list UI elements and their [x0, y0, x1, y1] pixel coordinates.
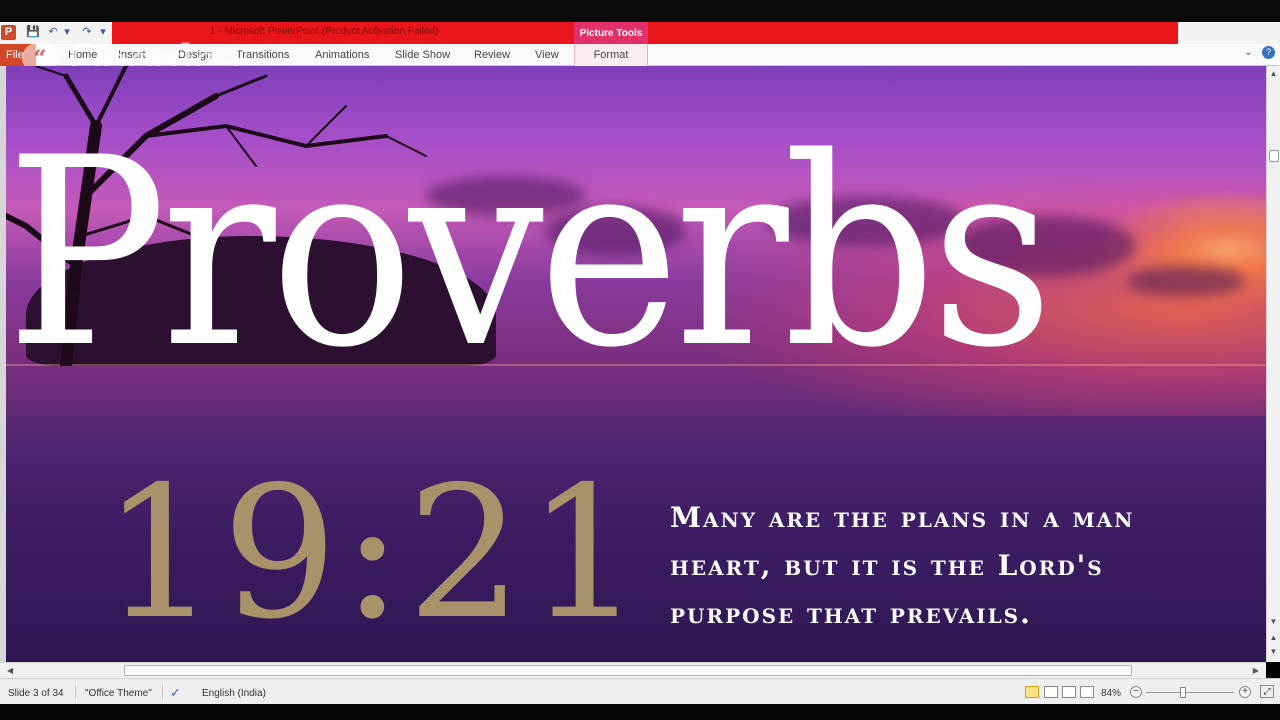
- zoom-out-icon[interactable]: −: [1130, 686, 1142, 698]
- tab-animations[interactable]: Animations: [315, 44, 369, 66]
- horizontal-scroll-thumb[interactable]: [124, 665, 1132, 676]
- screen-bottom-bar: [0, 704, 1280, 720]
- tab-format[interactable]: Format: [574, 44, 648, 66]
- scroll-right-icon[interactable]: ▶: [1250, 664, 1262, 677]
- verse-line: Many are the plans in a man: [670, 501, 1135, 534]
- powerpoint-app-icon[interactable]: P: [1, 25, 16, 40]
- slide-counter: Slide 3 of 34: [8, 688, 64, 699]
- cloud: [1126, 266, 1246, 296]
- reading-view-icon[interactable]: [1062, 686, 1076, 698]
- zoom-slider-track[interactable]: [1146, 692, 1234, 693]
- tab-view[interactable]: View: [535, 44, 559, 66]
- verse-line: purpose that prevails.: [670, 597, 1032, 630]
- theme-name: "Office Theme": [85, 688, 152, 699]
- help-icon[interactable]: ?: [1262, 46, 1275, 59]
- scroll-up-icon[interactable]: ▲: [1267, 68, 1280, 80]
- horizontal-scrollbar[interactable]: ◀ ▶: [0, 662, 1266, 678]
- normal-view-icon[interactable]: [1025, 686, 1039, 698]
- tab-review[interactable]: Review: [474, 44, 510, 66]
- slide-sorter-view-icon[interactable]: [1044, 686, 1058, 698]
- verse-text-box[interactable]: Many are the plans in a man heart, but i…: [670, 494, 1266, 638]
- vertical-scroll-thumb[interactable]: [1269, 150, 1279, 162]
- picture-tools-group-label: Picture Tools: [574, 22, 648, 44]
- slide-heading-proverbs[interactable]: Proverbs: [6, 124, 1054, 384]
- spelling-check-icon[interactable]: ✓: [170, 685, 181, 701]
- next-slide-icon[interactable]: ▼: [1267, 646, 1280, 658]
- scroll-down-icon[interactable]: ▼: [1267, 616, 1280, 628]
- zoom-slider-knob[interactable]: [1180, 687, 1186, 698]
- status-bar: Slide 3 of 34 "Office Theme" ✓ English (…: [0, 678, 1280, 704]
- zoom-level[interactable]: 84%: [1101, 688, 1121, 699]
- vertical-scrollbar[interactable]: ▲ ▼ ▲ ▼: [1266, 66, 1280, 662]
- tab-slide-show[interactable]: Slide Show: [395, 44, 450, 66]
- language-indicator[interactable]: English (India): [202, 688, 266, 699]
- verse-line: heart, but it is the Lord's: [670, 549, 1104, 582]
- slide-show-view-icon[interactable]: [1080, 686, 1094, 698]
- minimize-ribbon-icon[interactable]: ⌄: [1244, 47, 1252, 58]
- slide-editing-area[interactable]: Proverbs 19:21 Many are the plans in a m…: [0, 66, 1266, 662]
- divider: [75, 685, 76, 699]
- divider: [162, 685, 163, 699]
- screen-top-bar: [0, 0, 1280, 22]
- save-icon[interactable]: 💾: [26, 25, 40, 39]
- scroll-left-icon[interactable]: ◀: [4, 664, 16, 677]
- zoom-in-icon[interactable]: +: [1239, 686, 1251, 698]
- slide-canvas[interactable]: Proverbs 19:21 Many are the plans in a m…: [6, 66, 1266, 662]
- fit-slide-to-window-icon[interactable]: ⤢: [1260, 685, 1274, 698]
- previous-slide-icon[interactable]: ▲: [1267, 632, 1280, 644]
- verse-reference[interactable]: 19:21: [102, 462, 647, 644]
- undo-icon[interactable]: ↶: [46, 25, 60, 39]
